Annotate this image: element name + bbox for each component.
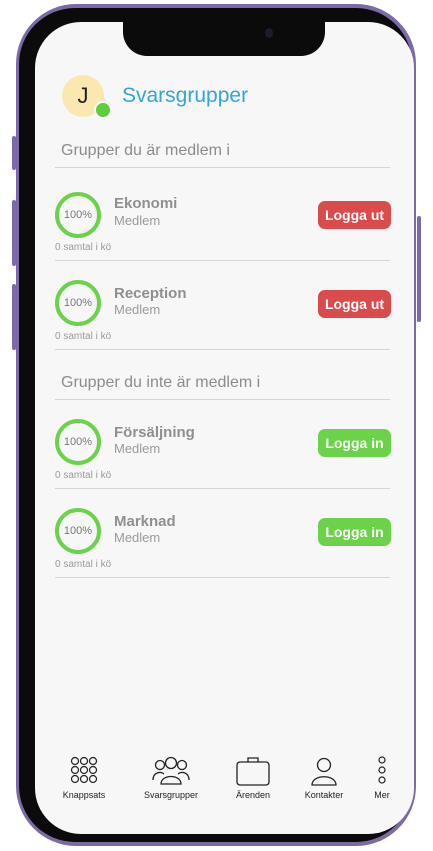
volume-up-button bbox=[12, 200, 16, 266]
login-button[interactable]: Logga in bbox=[318, 518, 391, 546]
nav-label: Kontakter bbox=[304, 790, 344, 800]
power-button bbox=[417, 216, 421, 322]
nav-label: Svarsgrupper bbox=[143, 790, 199, 800]
group-role: Medlem bbox=[114, 302, 161, 317]
progress-percent: 100% bbox=[63, 525, 93, 537]
group-name: Ekonomi bbox=[114, 195, 178, 212]
volume-down-button bbox=[12, 284, 16, 350]
group-name: Reception bbox=[114, 285, 187, 302]
logout-button[interactable]: Logga ut bbox=[318, 290, 391, 318]
presence-status-icon bbox=[94, 101, 112, 119]
progress-ring-icon: 100% bbox=[55, 192, 101, 238]
nonmember-groups-heading: Grupper du inte är medlem i bbox=[61, 374, 261, 391]
nav-label: Knappsats bbox=[62, 790, 106, 800]
nav-item-svarsgrupper[interactable]: Svarsgrupper bbox=[136, 752, 206, 800]
nav-label: Ärenden bbox=[235, 790, 271, 800]
progress-ring-icon: 100% bbox=[55, 508, 101, 554]
nav-label: Mer bbox=[374, 790, 390, 800]
divider bbox=[55, 260, 390, 261]
progress-percent: 100% bbox=[63, 209, 93, 221]
login-button[interactable]: Logga in bbox=[318, 429, 391, 457]
contact-icon bbox=[309, 752, 339, 786]
camera-icon bbox=[265, 28, 273, 38]
avatar-initial: J bbox=[77, 83, 89, 108]
divider bbox=[55, 577, 390, 578]
progress-ring-icon: 100% bbox=[55, 280, 101, 326]
nav-item-mer[interactable]: Mer bbox=[369, 752, 395, 800]
keypad-icon bbox=[69, 752, 99, 786]
logout-button[interactable]: Logga ut bbox=[318, 201, 391, 229]
member-groups-heading: Grupper du är medlem i bbox=[61, 142, 230, 159]
queue-count: 0 samtal i kö bbox=[55, 331, 112, 342]
mute-switch bbox=[12, 136, 16, 170]
group-name: Försäljning bbox=[114, 424, 195, 441]
more-icon bbox=[376, 752, 388, 786]
queue-count: 0 samtal i kö bbox=[55, 470, 112, 481]
divider bbox=[55, 167, 390, 168]
nav-item-knappsats[interactable]: Knappsats bbox=[58, 752, 110, 800]
divider bbox=[55, 488, 390, 489]
queue-count: 0 samtal i kö bbox=[55, 242, 112, 253]
group-role: Medlem bbox=[114, 213, 161, 228]
progress-percent: 100% bbox=[63, 436, 93, 448]
group-name: Marknad bbox=[114, 513, 176, 530]
briefcase-icon bbox=[235, 752, 271, 786]
queue-count: 0 samtal i kö bbox=[55, 559, 112, 570]
progress-percent: 100% bbox=[63, 297, 93, 309]
notch bbox=[123, 22, 325, 56]
divider bbox=[55, 349, 390, 350]
group-icon bbox=[151, 752, 191, 786]
nav-item-arenden[interactable]: Ärenden bbox=[228, 752, 278, 800]
page-title: Svarsgrupper bbox=[122, 84, 249, 107]
divider bbox=[55, 399, 390, 400]
group-role: Medlem bbox=[114, 441, 161, 456]
nav-item-kontakter[interactable]: Kontakter bbox=[298, 752, 350, 800]
progress-ring-icon: 100% bbox=[55, 419, 101, 465]
group-role: Medlem bbox=[114, 530, 161, 545]
